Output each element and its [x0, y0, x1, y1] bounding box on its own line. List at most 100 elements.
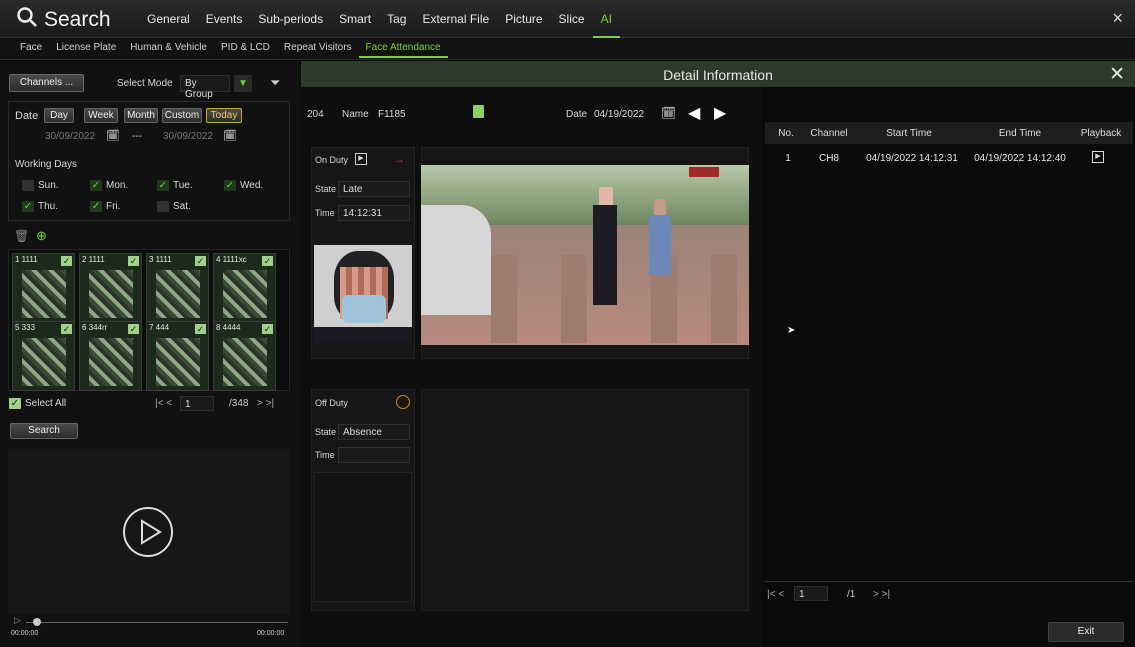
exit-button[interactable]: Exit: [1048, 622, 1124, 642]
date-month-button[interactable]: Month: [124, 108, 158, 123]
detail-header: Detail Information ✕: [301, 61, 1135, 87]
date-field[interactable]: 04/19/2022: [594, 109, 644, 120]
edit-icon[interactable]: [473, 105, 484, 118]
checkbox-checked-icon: ✓: [262, 256, 273, 266]
subtab-license-plate[interactable]: License Plate: [49, 42, 123, 53]
off-duty-state-label: State: [315, 427, 337, 437]
day-mon[interactable]: ✓ Mon.: [90, 180, 128, 191]
face-thumbnail[interactable]: 8 4444 ✓: [213, 321, 276, 391]
face-thumbnail[interactable]: 5 333 ✓: [12, 321, 75, 391]
time-end: 00:00:00: [257, 630, 285, 637]
page-title-text: Search: [44, 8, 111, 31]
slider-handle[interactable]: [33, 618, 41, 626]
prev-day-icon[interactable]: ◀: [688, 103, 700, 123]
channels-button[interactable]: Channels ...: [9, 74, 84, 92]
col-no: No.: [778, 128, 794, 139]
face-thumbnail[interactable]: 1 1111 ✓: [12, 253, 75, 323]
face-image: [156, 270, 200, 318]
date-today-button[interactable]: Today: [206, 108, 242, 123]
checkbox-checked-icon: ✓: [195, 324, 206, 334]
date-separator: ---: [132, 131, 142, 142]
search-icon: [16, 6, 38, 34]
face-thumbnail[interactable]: 7 444 ✓: [146, 321, 209, 391]
checkbox-checked-icon: ✓: [22, 201, 34, 212]
day-sat[interactable]: Sat.: [157, 201, 191, 212]
on-duty-label: On Duty: [315, 155, 349, 165]
trash-icon[interactable]: 🗑: [14, 229, 29, 243]
person-id: 204: [307, 109, 324, 120]
subtab-repeat-visitors[interactable]: Repeat Visitors: [277, 42, 359, 53]
tab-external-file[interactable]: External File: [414, 12, 497, 36]
subtab-face[interactable]: Face: [13, 42, 49, 53]
off-duty-snapshot: [314, 472, 412, 602]
face-thumbnail[interactable]: 4 1111xc ✓: [213, 253, 276, 323]
subtab-pid-lcd[interactable]: PID & LCD: [214, 42, 277, 53]
face-image: [223, 338, 267, 386]
date-from-field[interactable]: 30/09/2022: [45, 131, 95, 142]
detail-title: Detail Information: [663, 67, 773, 83]
calendar-icon[interactable]: 🗓: [223, 129, 237, 142]
tab-picture[interactable]: Picture: [497, 12, 550, 36]
play-icon[interactable]: ▶: [355, 153, 367, 165]
page-next-last-icon[interactable]: > >|: [873, 589, 890, 600]
play-icon[interactable]: [123, 507, 173, 557]
tab-slice[interactable]: Slice: [551, 12, 593, 36]
cursor-icon: ➤: [787, 325, 796, 336]
timeline-slider[interactable]: [26, 622, 288, 623]
table-row[interactable]: 1 CH8 04/19/2022 14:12:31 04/19/2022 14:…: [765, 147, 1133, 165]
select-mode-value[interactable]: By Group: [180, 75, 230, 100]
name-field[interactable]: F1185: [378, 109, 406, 120]
off-duty-state-field: Absence: [338, 424, 410, 440]
scene-image: [421, 165, 749, 345]
face-thumbnail[interactable]: 6 344rr ✓: [79, 321, 142, 391]
close-icon[interactable]: ×: [1112, 8, 1123, 29]
date-custom-button[interactable]: Custom: [162, 108, 202, 123]
day-tue[interactable]: ✓ Tue.: [157, 180, 193, 191]
page-next-last-icon[interactable]: > >|: [257, 398, 274, 409]
off-duty-time-field: [338, 447, 410, 463]
face-image: [89, 270, 133, 318]
arrow-right-icon: →: [393, 152, 405, 166]
table-page-input[interactable]: 1: [794, 586, 828, 601]
date-day-button[interactable]: Day: [44, 108, 74, 123]
add-icon[interactable]: ⊕: [36, 228, 47, 244]
tab-tag[interactable]: Tag: [379, 12, 414, 36]
tab-smart[interactable]: Smart: [331, 12, 379, 36]
col-end-time: End Time: [998, 128, 1042, 139]
tab-general[interactable]: General: [139, 12, 198, 36]
record-table: No. Channel Start Time End Time Playback…: [763, 87, 1135, 647]
play-icon[interactable]: ▶: [1092, 151, 1104, 163]
checkbox-checked-icon: ✓: [224, 180, 236, 191]
date-to-field[interactable]: 30/09/2022: [163, 131, 213, 142]
search-button[interactable]: Search: [10, 423, 78, 439]
face-image: [22, 270, 66, 318]
tab-ai[interactable]: AI: [592, 12, 621, 38]
date-week-button[interactable]: Week: [84, 108, 118, 123]
filter-icon[interactable]: ⏷: [270, 75, 280, 91]
subtab-human-vehicle[interactable]: Human & Vehicle: [123, 42, 214, 53]
next-day-icon[interactable]: ▶: [714, 103, 726, 123]
calendar-icon[interactable]: 🗓: [106, 129, 120, 142]
day-fri[interactable]: ✓ Fri.: [90, 201, 120, 212]
day-thu[interactable]: ✓ Thu.: [22, 201, 58, 212]
page-first-prev-icon[interactable]: |< <: [767, 589, 784, 600]
face-thumbnail[interactable]: 2 1111 ✓: [79, 253, 142, 323]
tab-events[interactable]: Events: [198, 12, 251, 36]
face-snapshot: [314, 245, 412, 343]
page-first-prev-icon[interactable]: |< <: [155, 398, 172, 409]
play-small-icon[interactable]: ▷: [14, 615, 21, 626]
on-duty-time-label: Time: [315, 208, 335, 218]
dropdown-arrow-icon[interactable]: ▼: [234, 75, 252, 92]
tab-sub-periods[interactable]: Sub-periods: [250, 12, 331, 36]
page-input[interactable]: 1: [180, 396, 214, 411]
close-icon[interactable]: ✕: [1109, 63, 1125, 86]
day-wed[interactable]: ✓ Wed.: [224, 180, 263, 191]
calendar-icon[interactable]: 🗓: [661, 106, 676, 120]
checkbox-checked-icon: ✓: [90, 180, 102, 191]
subtab-face-attendance[interactable]: Face Attendance: [358, 42, 448, 58]
select-mode-label: Select Mode: [117, 78, 173, 89]
select-all-checkbox[interactable]: ✓ Select All: [9, 398, 66, 409]
day-sun[interactable]: Sun.: [22, 180, 59, 191]
face-thumbnail[interactable]: 3 1111 ✓: [146, 253, 209, 323]
col-playback: Playback: [1080, 128, 1122, 139]
